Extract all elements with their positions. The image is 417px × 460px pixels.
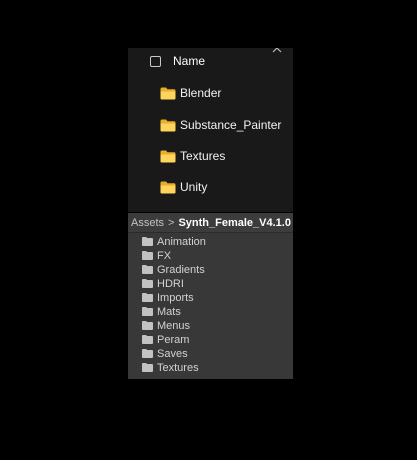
- folder-label: Blender: [180, 86, 222, 100]
- folder-icon: [142, 335, 153, 344]
- folder-label: Textures: [157, 361, 199, 374]
- folder-item-blender[interactable]: Blender: [160, 85, 221, 101]
- folder-icon: [142, 279, 153, 288]
- folder-label: HDRI: [157, 277, 184, 290]
- folder-label: Peram: [157, 333, 190, 346]
- folder-icon: [142, 321, 153, 330]
- folder-label: Gradients: [157, 263, 205, 276]
- breadcrumb: Assets > Synth_Female_V4.1.0: [128, 213, 293, 233]
- folder-label: Menus: [157, 319, 191, 332]
- folder-label: Textures: [180, 149, 226, 163]
- name-column-header[interactable]: Name: [150, 54, 205, 68]
- name-column-label: Name: [173, 54, 206, 68]
- breadcrumb-separator: >: [168, 216, 175, 229]
- folder-icon: [142, 307, 153, 316]
- project-folder-animation[interactable]: Animation: [142, 235, 206, 248]
- project-folder-textures[interactable]: Textures: [142, 361, 199, 374]
- folder-icon: [142, 363, 153, 372]
- project-folder-hdri[interactable]: HDRI: [142, 277, 184, 290]
- folder-icon: [142, 251, 153, 260]
- folder-icon: [142, 349, 153, 358]
- project-folder-imports[interactable]: Imports: [142, 291, 194, 304]
- folder-item-substance-painter[interactable]: Substance_Painter: [160, 117, 281, 133]
- folder-icon: [160, 150, 176, 162]
- breadcrumb-assets[interactable]: Assets: [131, 217, 164, 229]
- folder-icon: [142, 293, 153, 302]
- folder-icon: [160, 87, 176, 99]
- folder-icon: [142, 237, 153, 246]
- project-folder-mats[interactable]: Mats: [142, 305, 181, 318]
- folder-label: Mats: [157, 305, 181, 318]
- folder-icon: [142, 265, 153, 274]
- select-all-checkbox[interactable]: [150, 55, 161, 67]
- folder-label: Imports: [157, 291, 194, 304]
- breadcrumb-current-folder[interactable]: Synth_Female_V4.1.0: [178, 217, 291, 229]
- folder-label: Saves: [157, 347, 188, 360]
- project-panel: Assets > Synth_Female_V4.1.0 Animation F…: [128, 213, 293, 379]
- project-folder-saves[interactable]: Saves: [142, 347, 188, 360]
- folder-label: Unity: [180, 180, 208, 194]
- folder-label: Substance_Painter: [180, 118, 282, 132]
- chevron-up-icon[interactable]: [271, 48, 283, 55]
- project-folder-menus[interactable]: Menus: [142, 319, 190, 332]
- file-explorer-panel: Name Blender Substance_Painter Textures …: [128, 48, 293, 212]
- project-folder-gradients[interactable]: Gradients: [142, 263, 205, 276]
- folder-label: FX: [157, 249, 172, 262]
- folder-item-unity[interactable]: Unity: [160, 179, 207, 195]
- folder-icon: [160, 181, 176, 193]
- project-folder-peram[interactable]: Peram: [142, 333, 189, 346]
- folder-item-textures[interactable]: Textures: [160, 148, 225, 164]
- folder-label: Animation: [157, 235, 206, 248]
- folder-icon: [160, 119, 176, 131]
- project-folder-fx[interactable]: FX: [142, 249, 171, 262]
